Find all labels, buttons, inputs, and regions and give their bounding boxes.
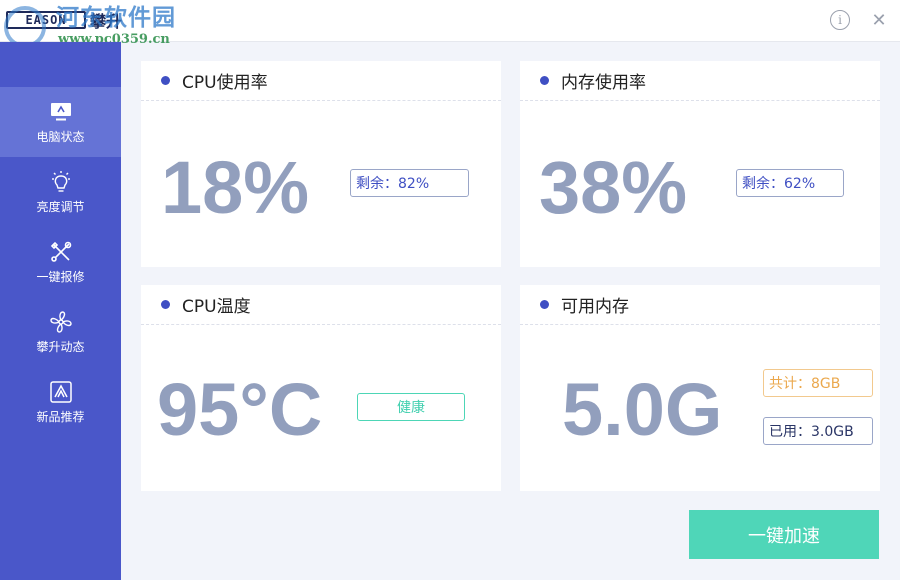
sidebar-item-label: 亮度调节: [36, 199, 85, 214]
sidebar-item-pc-status[interactable]: 电脑状态: [0, 87, 121, 157]
sidebar-item-label: 攀升动态: [36, 339, 85, 354]
cpu-temperature-value: 95°C: [157, 368, 323, 451]
sidebar-item-label: 电脑状态: [36, 129, 85, 144]
health-status-badge: 健康: [357, 393, 465, 421]
card-title: CPU温度: [182, 297, 251, 317]
bullet-dot: [161, 300, 170, 309]
bullet-dot: [540, 300, 549, 309]
cpu-usage-value: 18%: [161, 146, 310, 229]
memory-usage-card: 内存使用率 38% 剩余：62%: [520, 61, 880, 267]
sidebar-item-repair[interactable]: 一键报修: [0, 227, 121, 297]
cpu-remaining-tag: 剩余：82%: [350, 169, 469, 197]
sidebar: 电脑状态 亮度调节 一键报修 攀升动态 新品推荐: [0, 42, 121, 580]
logo-text: EASON: [6, 11, 86, 29]
card-title: 内存使用率: [561, 73, 646, 93]
memory-usage-value: 38%: [539, 146, 688, 229]
one-click-boost-button[interactable]: 一键加速: [689, 510, 879, 559]
bullet-dot: [540, 76, 549, 85]
cpu-temperature-card: CPU温度 95°C 健康: [141, 285, 501, 491]
bullet-dot: [161, 76, 170, 85]
title-bar: EASON 攀升 河东软件园 www.pc0359.cn i ✕: [0, 0, 900, 48]
available-memory-card: 可用内存 5.0G 共计：8GB 已用：3.0GB: [520, 285, 880, 491]
sidebar-item-label: 新品推荐: [36, 409, 85, 424]
sidebar-item-new-products[interactable]: 新品推荐: [0, 367, 121, 437]
memory-remaining-tag: 剩余：62%: [736, 169, 844, 197]
available-memory-value: 5.0G: [562, 368, 723, 451]
tools-icon: [49, 240, 73, 264]
app-name: 攀升: [90, 12, 123, 31]
fan-icon: [49, 310, 73, 334]
cpu-usage-card: CPU使用率 18% 剩余：82%: [141, 61, 501, 267]
card-title: CPU使用率: [182, 73, 268, 93]
sidebar-item-news[interactable]: 攀升动态: [0, 297, 121, 367]
total-memory-tag: 共计：8GB: [763, 369, 873, 397]
used-memory-tag: 已用：3.0GB: [763, 417, 873, 445]
sidebar-item-brightness[interactable]: 亮度调节: [0, 157, 121, 227]
sidebar-item-label: 一键报修: [36, 269, 85, 284]
lightbulb-icon: [49, 170, 73, 194]
recommend-icon: [49, 380, 73, 404]
monitor-icon: [49, 100, 73, 124]
card-title: 可用内存: [561, 297, 629, 317]
close-icon[interactable]: ✕: [869, 10, 889, 31]
app-logo: EASON 攀升: [6, 8, 122, 32]
info-icon[interactable]: i: [830, 10, 850, 30]
